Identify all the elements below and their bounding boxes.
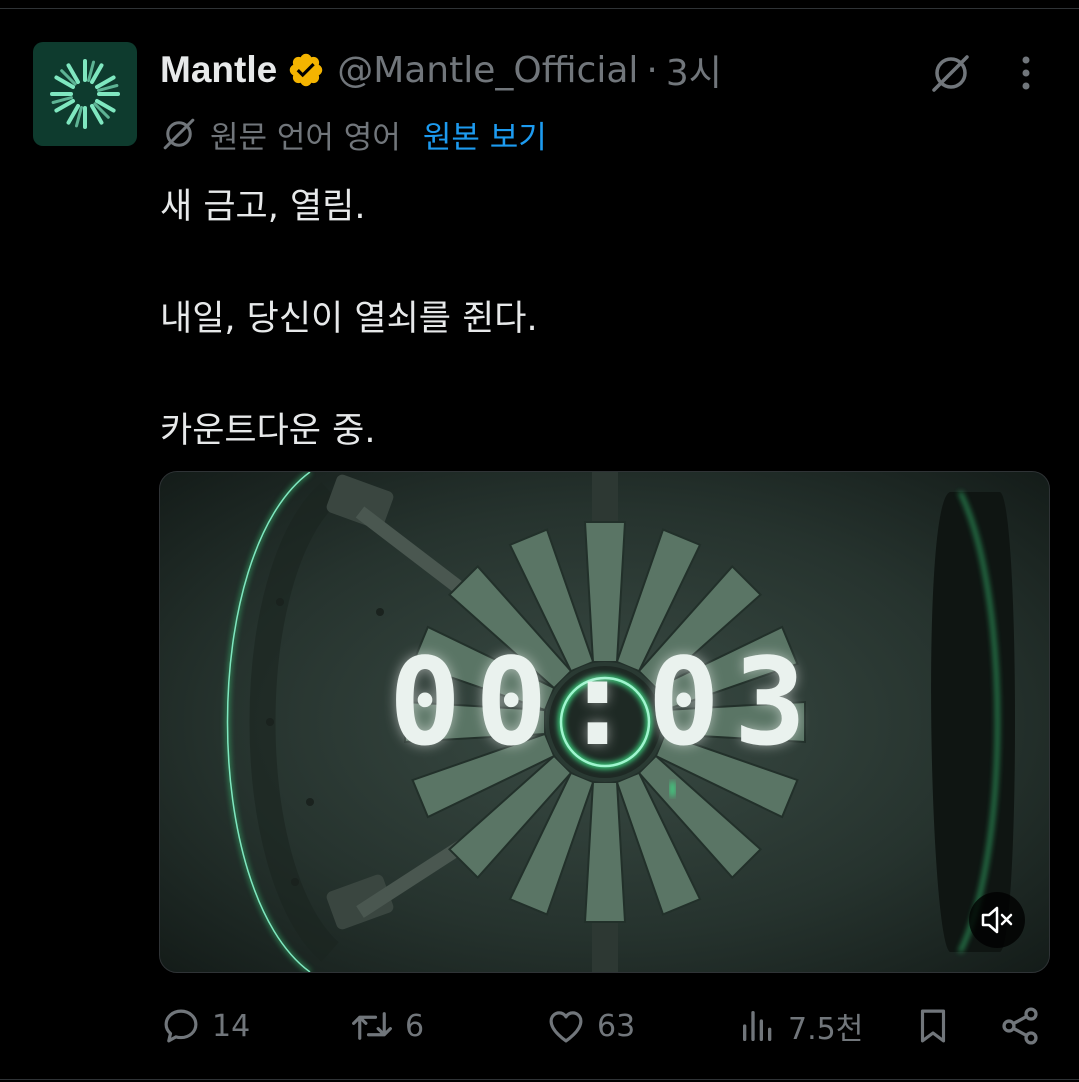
views-count: 7.5천 <box>788 1012 864 1047</box>
mantle-logo <box>50 59 120 129</box>
views-button[interactable]: 7.5천 <box>738 1000 863 1052</box>
countdown-digit: 3 <box>733 634 821 773</box>
like-count: 63 <box>597 1008 636 1044</box>
avatar[interactable] <box>33 42 137 146</box>
like-button[interactable]: 63 <box>545 1000 635 1052</box>
repost-count: 6 <box>405 1008 425 1044</box>
tweet-text-line-3: 카운트다운 중. <box>160 411 376 451</box>
tweet-text-line-1: 새 금고, 열림. <box>160 187 366 227</box>
countdown-colon: : <box>561 634 648 773</box>
mute-icon <box>981 906 1013 934</box>
tweet-text-line-2: 내일, 당신이 열쇠를 쥔다. <box>160 299 538 339</box>
video-media[interactable]: 00:03 <box>159 471 1050 973</box>
more-icon <box>1022 56 1030 90</box>
translation-label: 원문 언어 영어 <box>210 119 401 156</box>
reply-button[interactable]: 14 <box>160 1000 250 1052</box>
mute-button[interactable] <box>969 892 1025 948</box>
translate-icon <box>163 118 195 150</box>
views-icon <box>743 1011 772 1041</box>
more-button[interactable] <box>1004 48 1048 98</box>
display-name[interactable]: Mantle <box>160 49 277 91</box>
share-icon <box>1002 1007 1038 1045</box>
countdown-digit: 0 <box>647 634 734 773</box>
translation-row: 원문 언어 영어 원본 보기 <box>160 110 547 158</box>
show-original-link[interactable]: 원본 보기 <box>423 112 547 157</box>
bottom-divider <box>0 1079 1079 1080</box>
share-button[interactable] <box>998 1000 1042 1052</box>
countdown-digit: 0 <box>475 634 562 773</box>
tweet-header: Mantle @Mantle_Official · 3시 <box>160 44 722 96</box>
separator-dot: · <box>646 49 658 91</box>
countdown-digit: 0 <box>388 634 476 773</box>
grok-button[interactable] <box>924 48 978 98</box>
countdown-display: 00:03 <box>160 644 1049 764</box>
reply-count: 14 <box>212 1008 251 1044</box>
repost-icon <box>352 1012 392 1040</box>
bookmark-button[interactable] <box>912 1000 954 1052</box>
timestamp[interactable]: 3시 <box>666 44 722 96</box>
bookmark-icon <box>920 1009 946 1043</box>
verified-badge-icon <box>287 51 325 89</box>
grok-icon <box>932 55 969 92</box>
like-icon <box>549 1011 583 1043</box>
user-handle[interactable]: @Mantle_Official <box>337 50 638 91</box>
top-divider <box>0 8 1079 9</box>
repost-button[interactable]: 6 <box>349 1000 424 1052</box>
reply-icon <box>164 1009 198 1043</box>
